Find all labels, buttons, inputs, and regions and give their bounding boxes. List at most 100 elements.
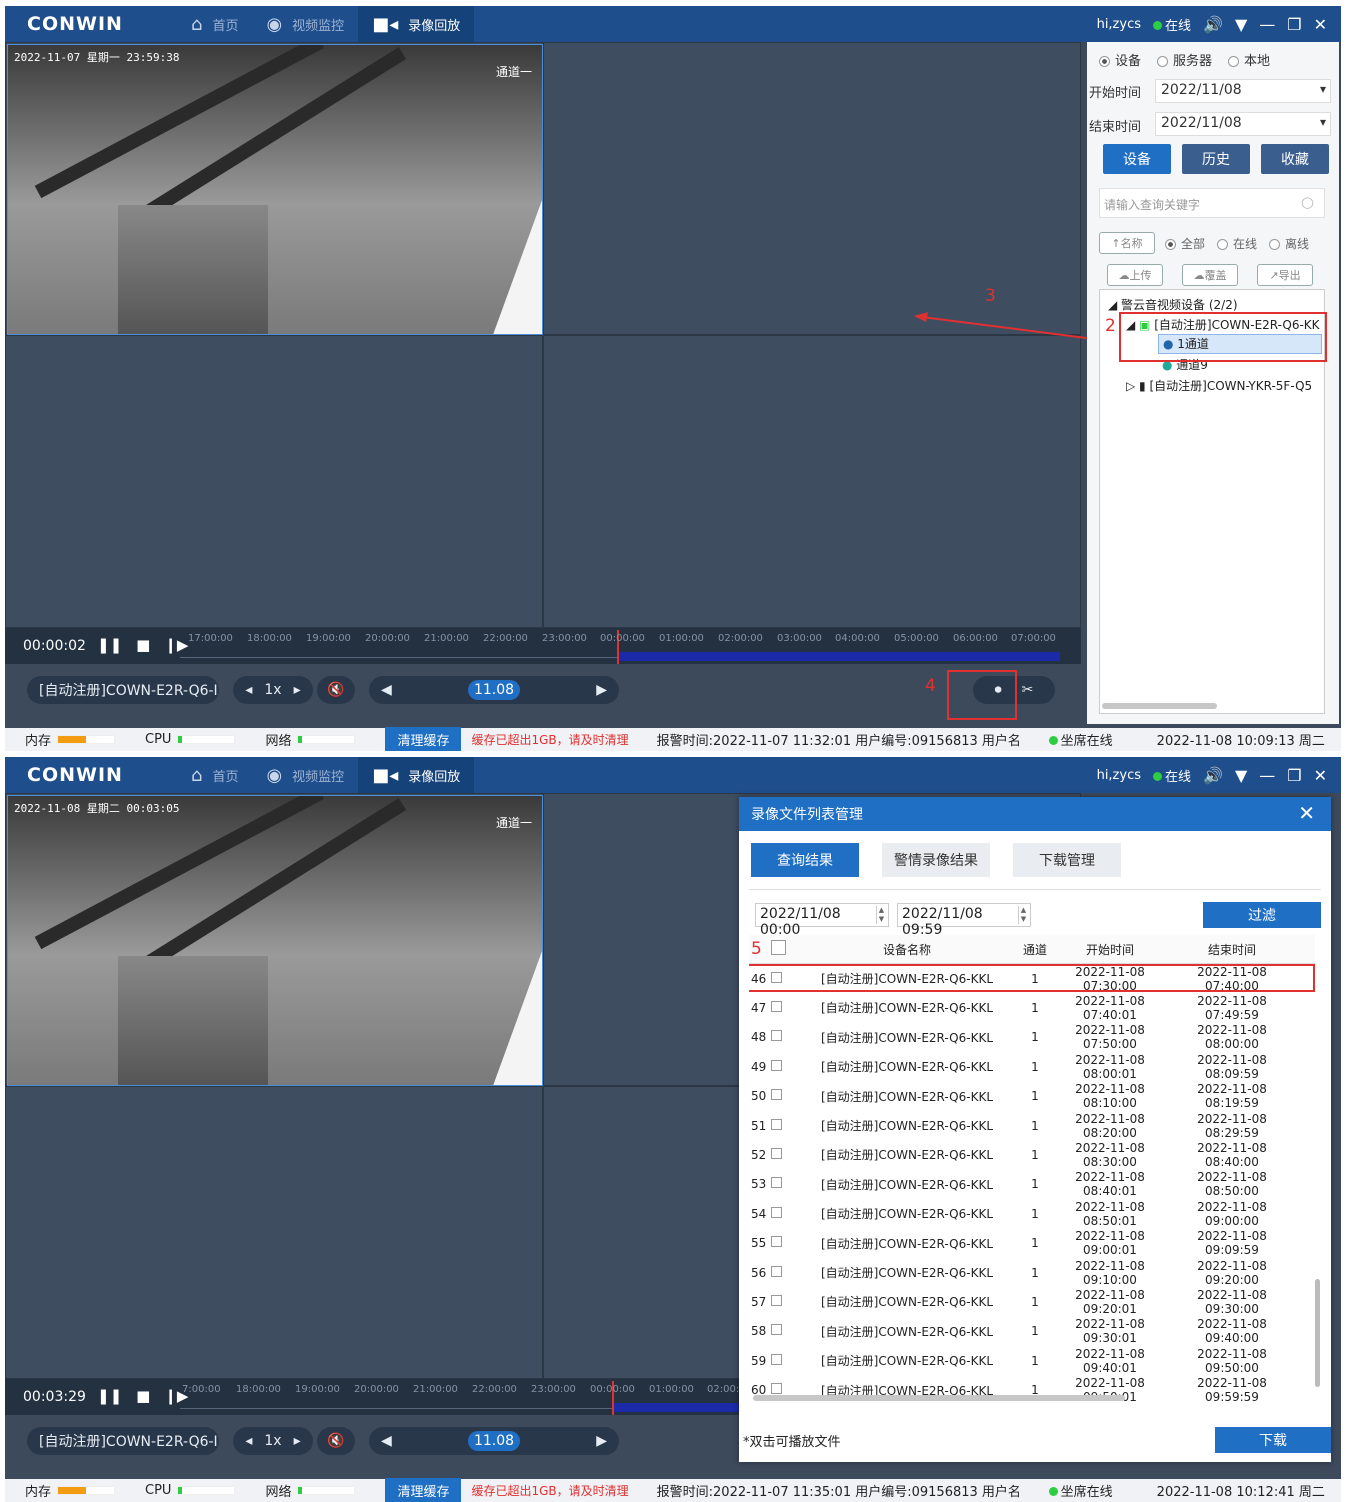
start-time-select[interactable]: 2022/11/08 xyxy=(1155,79,1331,103)
speed-down-icon[interactable]: ◂ xyxy=(245,682,252,698)
tab-download-manager[interactable]: 下载管理 xyxy=(1013,843,1121,877)
device-selector[interactable]: [自动注册]COWN-E2R-Q6-I xyxy=(27,1427,219,1455)
overwrite-button[interactable]: ☁ 覆盖 xyxy=(1182,264,1238,286)
date-next-icon[interactable]: ▶ xyxy=(596,682,607,698)
tab-device[interactable]: 设备 xyxy=(1103,144,1171,174)
table-row[interactable]: 50 [自动注册]COWN-E2R-Q6-KKL 1 2022-11-08 08:10… xyxy=(749,1082,1315,1111)
filter-online[interactable]: 在线 xyxy=(1217,235,1257,252)
row-checkbox[interactable] xyxy=(771,1059,793,1074)
download-button[interactable]: 下载 xyxy=(1215,1427,1331,1453)
date-prev-icon[interactable]: ◀ xyxy=(381,1433,392,1449)
table-row[interactable]: 55 [自动注册]COWN-E2R-Q6-KKL 1 2022-11-08 09:00… xyxy=(749,1229,1315,1258)
pause-icon[interactable]: ❚❚ xyxy=(97,1387,122,1405)
nav-video-monitor[interactable]: ◉ 视频监控 xyxy=(252,757,358,793)
camera-feed[interactable]: 2022-11-07 星期一 23:59:38 通道一 xyxy=(7,44,543,335)
date-control[interactable]: ◀ 11.08 ▶ xyxy=(369,676,619,704)
restore-icon[interactable]: ❐ xyxy=(1287,766,1301,785)
header-device-name[interactable]: 设备名称 xyxy=(793,941,1021,958)
row-checkbox[interactable] xyxy=(771,1265,793,1280)
row-checkbox[interactable] xyxy=(771,1206,793,1221)
playback-timeline[interactable]: 00:00:02 ❚❚ ■ ❙▶ 17:00:00 18:00:00 19:00… xyxy=(5,628,1081,664)
dialog-close-icon[interactable]: ✕ xyxy=(1298,801,1315,825)
table-row[interactable]: 57 [自动注册]COWN-E2R-Q6-KKL 1 2022-11-08 09:20… xyxy=(749,1287,1315,1316)
search-input[interactable]: 请输入查询关键字 ○ xyxy=(1099,188,1325,218)
nav-video-monitor[interactable]: ◉ 视频监控 xyxy=(252,6,358,42)
row-checkbox[interactable] xyxy=(771,1089,793,1103)
video-cell-1[interactable]: 2022-11-08 星期二 00:03:05 通道一 xyxy=(5,793,543,1086)
speed-control[interactable]: ◂ 1x ▸ xyxy=(233,676,313,704)
start-datetime-input[interactable]: 2022/11/08 00:00 ▲ ▼ xyxy=(755,903,889,938)
speed-control[interactable]: ◂ 1x ▸ xyxy=(233,1427,313,1455)
table-row[interactable]: 58 [自动注册]COWN-E2R-Q6-KKL 1 2022-11-08 09:30… xyxy=(749,1317,1315,1346)
video-cell-3[interactable] xyxy=(5,1086,543,1379)
sort-name-button[interactable]: ↑名称 xyxy=(1099,232,1155,254)
row-checkbox[interactable] xyxy=(771,1324,793,1338)
table-vscrollbar[interactable] xyxy=(1315,1279,1320,1387)
tree-root[interactable]: ◢ 警云音视频设备 (2/2) xyxy=(1108,296,1238,313)
spinner-icon[interactable]: ▲ ▼ xyxy=(1018,906,1028,924)
end-datetime-input[interactable]: 2022/11/08 09:59 ▲ ▼ xyxy=(897,903,1031,938)
tab-query-results[interactable]: 查询结果 xyxy=(751,843,859,877)
source-device[interactable]: 设备 xyxy=(1099,50,1141,69)
nav-home[interactable]: ⌂ 首页 xyxy=(177,6,252,42)
video-cell-4[interactable] xyxy=(543,335,1081,628)
restore-icon[interactable]: ❐ xyxy=(1287,15,1301,34)
video-cell-2[interactable] xyxy=(543,42,1081,335)
filter-all[interactable]: 全部 xyxy=(1165,235,1205,252)
row-checkbox[interactable] xyxy=(771,1000,793,1015)
end-time-select[interactable]: 2022/11/08 xyxy=(1155,112,1331,136)
tree-device-2[interactable]: ▷ ▮ [自动注册]COWN-YKR-5F-Q5 xyxy=(1126,377,1312,394)
nav-playback[interactable]: ■◂ 录像回放 xyxy=(358,6,475,42)
table-row[interactable]: 59 [自动注册]COWN-E2R-Q6-KKL 1 2022-11-08 09:40… xyxy=(749,1346,1315,1375)
dropdown-icon[interactable]: ▼ xyxy=(1235,766,1247,785)
row-checkbox[interactable] xyxy=(771,1177,793,1191)
clear-cache-button[interactable]: 清理缓存 xyxy=(385,727,462,751)
source-local[interactable]: 本地 xyxy=(1228,50,1270,69)
tab-alarm-results[interactable]: 警情录像结果 xyxy=(882,843,990,877)
video-cell-1[interactable]: 2022-11-07 星期一 23:59:38 通道一 xyxy=(5,42,543,335)
table-row[interactable]: 48 [自动注册]COWN-E2R-Q6-KKL 1 2022-11-08 07:50… xyxy=(749,1023,1315,1052)
row-checkbox[interactable] xyxy=(771,1236,793,1250)
table-row[interactable]: 52 [自动注册]COWN-E2R-Q6-KKL 1 2022-11-08 08:30… xyxy=(749,1140,1315,1169)
stop-icon[interactable]: ■ xyxy=(136,1387,150,1405)
expand-icon[interactable]: ◢ xyxy=(1108,298,1121,312)
date-control[interactable]: ◀ 11.08 ▶ xyxy=(369,1427,619,1455)
table-row[interactable]: 51 [自动注册]COWN-E2R-Q6-KKL 1 2022-11-08 08:20… xyxy=(749,1111,1315,1140)
table-row[interactable]: 53 [自动注册]COWN-E2R-Q6-KKL 1 2022-11-08 08:40… xyxy=(749,1170,1315,1199)
spinner-icon[interactable]: ▲ ▼ xyxy=(876,906,886,924)
tab-history[interactable]: 历史 xyxy=(1182,144,1250,174)
pause-icon[interactable]: ❚❚ xyxy=(97,636,122,654)
export-button[interactable]: ↗ 导出 xyxy=(1257,264,1313,286)
nav-home[interactable]: ⌂ 首页 xyxy=(177,757,252,793)
filter-offline[interactable]: 离线 xyxy=(1269,235,1309,252)
header-end-time[interactable]: 结束时间 xyxy=(1171,941,1293,958)
speed-up-icon[interactable]: ▸ xyxy=(294,1433,301,1449)
minimize-icon[interactable]: — xyxy=(1259,15,1275,34)
row-checkbox[interactable] xyxy=(771,1118,793,1133)
camera-feed[interactable]: 2022-11-08 星期二 00:03:05 通道一 xyxy=(7,795,543,1086)
row-checkbox[interactable] xyxy=(771,1147,793,1162)
tools-icon[interactable]: ✂ xyxy=(1022,682,1034,698)
mute-icon[interactable]: 🔇 xyxy=(317,676,355,704)
nav-playback[interactable]: ■◂ 录像回放 xyxy=(358,757,475,793)
header-channel[interactable]: 通道 xyxy=(1021,941,1049,958)
table-row[interactable]: 47 [自动注册]COWN-E2R-Q6-KKL 1 2022-11-08 07:40… xyxy=(749,993,1315,1022)
collapse-icon[interactable]: ▷ xyxy=(1126,379,1139,393)
video-cell-3[interactable] xyxy=(5,335,543,628)
volume-icon[interactable]: 🔊 xyxy=(1203,15,1223,34)
tree-scrollbar[interactable] xyxy=(1102,703,1217,709)
close-icon[interactable]: ✕ xyxy=(1314,15,1327,34)
speed-down-icon[interactable]: ◂ xyxy=(245,1433,252,1449)
volume-icon[interactable]: 🔊 xyxy=(1203,766,1223,785)
clear-cache-button[interactable]: 清理缓存 xyxy=(385,1478,462,1502)
speed-up-icon[interactable]: ▸ xyxy=(294,682,301,698)
header-start-time[interactable]: 开始时间 xyxy=(1049,941,1171,958)
table-row[interactable]: 54 [自动注册]COWN-E2R-Q6-KKL 1 2022-11-08 08:50… xyxy=(749,1199,1315,1228)
minimize-icon[interactable]: — xyxy=(1259,766,1275,785)
source-server[interactable]: 服务器 xyxy=(1157,50,1212,69)
mute-icon[interactable]: 🔇 xyxy=(317,1427,355,1455)
device-selector[interactable]: [自动注册]COWN-E2R-Q6-I xyxy=(27,676,219,704)
row-checkbox[interactable] xyxy=(771,1294,793,1309)
close-icon[interactable]: ✕ xyxy=(1314,766,1327,785)
select-all-checkbox[interactable] xyxy=(771,940,793,958)
